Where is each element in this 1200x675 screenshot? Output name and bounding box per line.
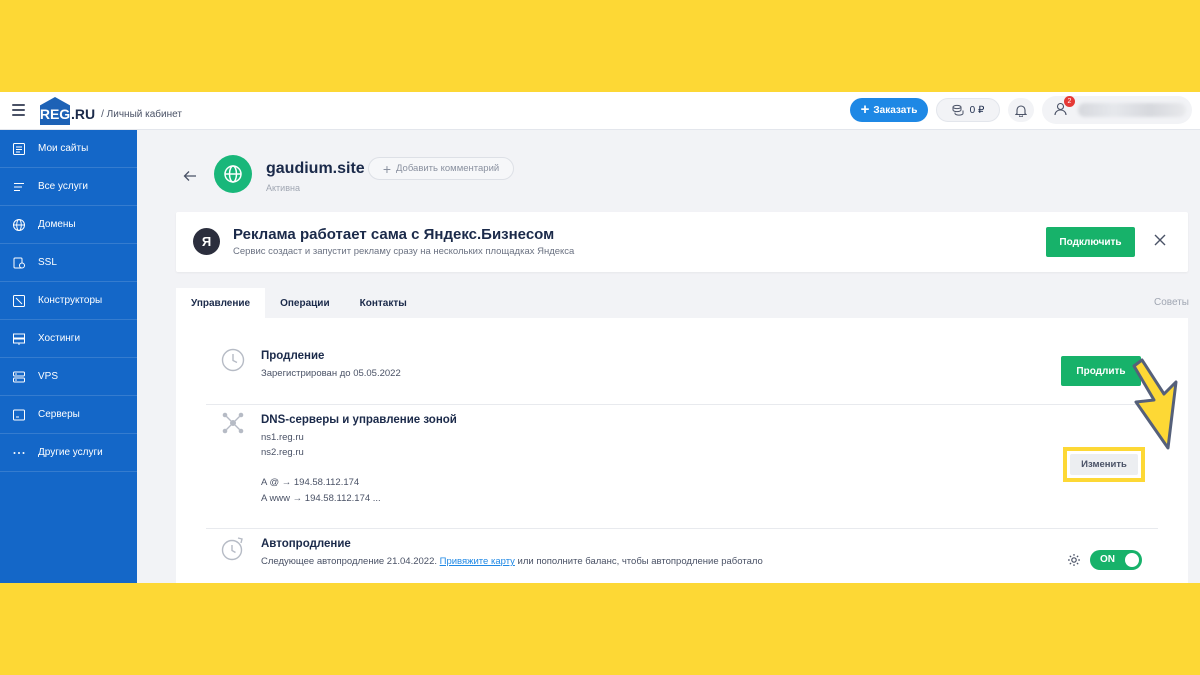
- user-menu[interactable]: 2: [1042, 96, 1192, 124]
- order-label: Заказать: [873, 104, 918, 116]
- ad-banner: Я Реклама работает сама с Яндекс.Бизнесо…: [176, 212, 1188, 272]
- autorenew-text: Следующее автопродление 21.04.2022. Прив…: [261, 556, 763, 567]
- change-button[interactable]: Изменить: [1070, 454, 1138, 475]
- logo-subtitle: / Личный кабинет: [101, 108, 182, 120]
- menu-icon[interactable]: [12, 104, 25, 116]
- bell-icon: [1015, 104, 1027, 117]
- sidebar-item-all-services[interactable]: Все услуги: [0, 168, 137, 206]
- ad-subtitle: Сервис создаст и запустит рекламу сразу …: [233, 246, 575, 257]
- vps-icon: [13, 371, 25, 382]
- add-comment-label: Добавить комментарий: [396, 163, 500, 174]
- autorenew-text-before: Следующее автопродление 21.04.2022.: [261, 556, 437, 567]
- builder-icon: [13, 294, 25, 307]
- bind-card-link[interactable]: Привяжите карту: [440, 556, 515, 567]
- renewal-date: Зарегистрирован до 05.05.2022: [261, 368, 401, 379]
- divider: [206, 528, 1158, 529]
- domain-status: Активна: [266, 183, 300, 193]
- autorenew-title: Автопродление: [261, 538, 351, 550]
- connect-button[interactable]: Подключить: [1046, 227, 1135, 257]
- dns-title: DNS-серверы и управление зоной: [261, 414, 457, 426]
- sidebar-item-builders[interactable]: Конструкторы: [0, 282, 137, 320]
- tabs: Управление Операции Контакты: [176, 288, 422, 318]
- dns-ns1: ns1.reg.ru: [261, 432, 304, 443]
- tab-operations[interactable]: Операции: [265, 288, 345, 318]
- plus-icon: +: [382, 160, 391, 177]
- sidebar-item-label: Другие услуги: [38, 447, 103, 458]
- management-panel: Продление Зарегистрирован до 05.05.2022 …: [176, 318, 1188, 583]
- coins-icon: [952, 104, 964, 116]
- sidebar-item-label: Хостинги: [38, 333, 81, 344]
- autorenew-text-after: или пополните баланс, чтобы автопродлени…: [517, 556, 763, 567]
- sites-icon: [13, 142, 25, 155]
- sidebar-item-ssl[interactable]: SSL: [0, 244, 137, 282]
- sidebar-item-vps[interactable]: VPS: [0, 358, 137, 396]
- sidebar-item-other-services[interactable]: Другие услуги: [0, 434, 137, 472]
- sidebar-item-label: Мои сайты: [38, 143, 89, 154]
- toggle-knob: [1125, 553, 1139, 567]
- sidebar-item-label: Серверы: [38, 409, 80, 420]
- add-comment-button[interactable]: + Добавить комментарий: [368, 157, 514, 180]
- sidebar-item-my-sites[interactable]: Мои сайты: [0, 130, 137, 168]
- ssl-icon: [13, 257, 25, 268]
- renewal-title: Продление: [261, 350, 325, 362]
- app-window: REG .RU / Личный кабинет + Заказать 0 ₽ …: [0, 92, 1200, 583]
- sidebar-item-label: Все услуги: [38, 181, 88, 192]
- sidebar-item-label: VPS: [38, 371, 59, 382]
- close-icon[interactable]: [1154, 234, 1166, 246]
- toggle-label: ON: [1100, 554, 1115, 565]
- gear-icon[interactable]: [1067, 553, 1081, 567]
- user-name-blurred: [1078, 103, 1186, 117]
- plus-icon: +: [860, 101, 870, 118]
- server-icon: [13, 409, 25, 420]
- logo[interactable]: REG .RU / Личный кабинет: [40, 97, 182, 125]
- dns-record-a: A @ → 194.58.112.174: [261, 477, 360, 488]
- sidebar-item-label: SSL: [38, 257, 57, 268]
- tips-link[interactable]: Советы: [1154, 297, 1189, 308]
- list-icon: [14, 182, 24, 191]
- autorenew-toggle[interactable]: ON: [1090, 550, 1142, 570]
- dns-network-icon: [222, 412, 244, 434]
- dns-record-www: A www → 194.58.112.174 ...: [261, 493, 381, 504]
- tab-contacts[interactable]: Контакты: [345, 288, 422, 318]
- sidebar: Мои сайты Все услуги Домены SSL Конструк…: [0, 130, 137, 583]
- page-title: gaudium.site: [266, 160, 365, 177]
- balance-value: 0 ₽: [969, 104, 985, 116]
- notification-badge: 2: [1064, 96, 1075, 107]
- divider: [206, 404, 1158, 405]
- sidebar-item-domains[interactable]: Домены: [0, 206, 137, 244]
- yandex-logo-icon: Я: [193, 228, 220, 255]
- back-arrow-icon[interactable]: [183, 170, 197, 182]
- tab-management[interactable]: Управление: [176, 288, 266, 318]
- globe-icon: [224, 165, 242, 183]
- renew-button[interactable]: Продлить: [1061, 356, 1141, 386]
- pointer-arrow-icon: [1132, 358, 1178, 450]
- dns-ns2: ns2.reg.ru: [261, 447, 304, 458]
- sidebar-item-label: Домены: [38, 219, 76, 230]
- hosting-icon: [13, 333, 25, 345]
- logo-suffix: .RU: [71, 106, 96, 122]
- order-button[interactable]: + Заказать: [850, 98, 928, 122]
- sidebar-item-label: Конструкторы: [38, 295, 103, 306]
- clock-icon: [221, 348, 245, 372]
- notifications-button[interactable]: [1008, 98, 1034, 122]
- ad-title: Реклама работает сама с Яндекс.Бизнесом: [233, 226, 555, 243]
- more-icon: [13, 451, 25, 454]
- domain-avatar: [214, 155, 252, 193]
- logo-mark: REG: [40, 97, 70, 125]
- balance-button[interactable]: 0 ₽: [936, 98, 1000, 122]
- sidebar-item-hosting[interactable]: Хостинги: [0, 320, 137, 358]
- highlight-frame: Изменить: [1063, 447, 1145, 482]
- autorenew-clock-icon: [221, 537, 243, 561]
- sidebar-item-servers[interactable]: Серверы: [0, 396, 137, 434]
- globe-icon: [13, 218, 25, 231]
- top-header: REG .RU / Личный кабинет + Заказать 0 ₽ …: [0, 92, 1200, 130]
